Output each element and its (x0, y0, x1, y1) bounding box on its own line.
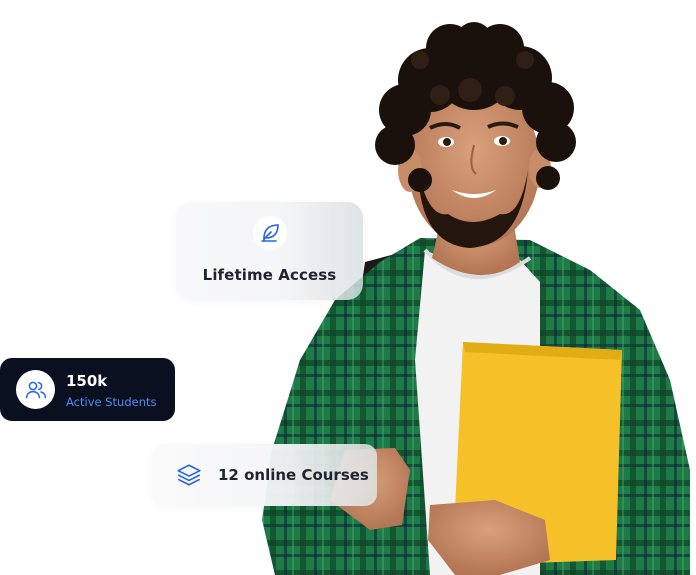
active-students-label: Active Students (66, 395, 157, 409)
online-courses-card: 12 online Courses (152, 444, 377, 506)
lifetime-access-label: Lifetime Access (202, 266, 337, 284)
layers-icon (176, 462, 202, 488)
active-students-card: 150k Active Students (0, 358, 175, 421)
student-count: 150k (66, 372, 108, 390)
feather-icon (253, 216, 287, 250)
users-icon (16, 370, 55, 409)
lifetime-access-card: Lifetime Access (176, 202, 363, 300)
online-courses-label: 12 online Courses (218, 466, 369, 484)
